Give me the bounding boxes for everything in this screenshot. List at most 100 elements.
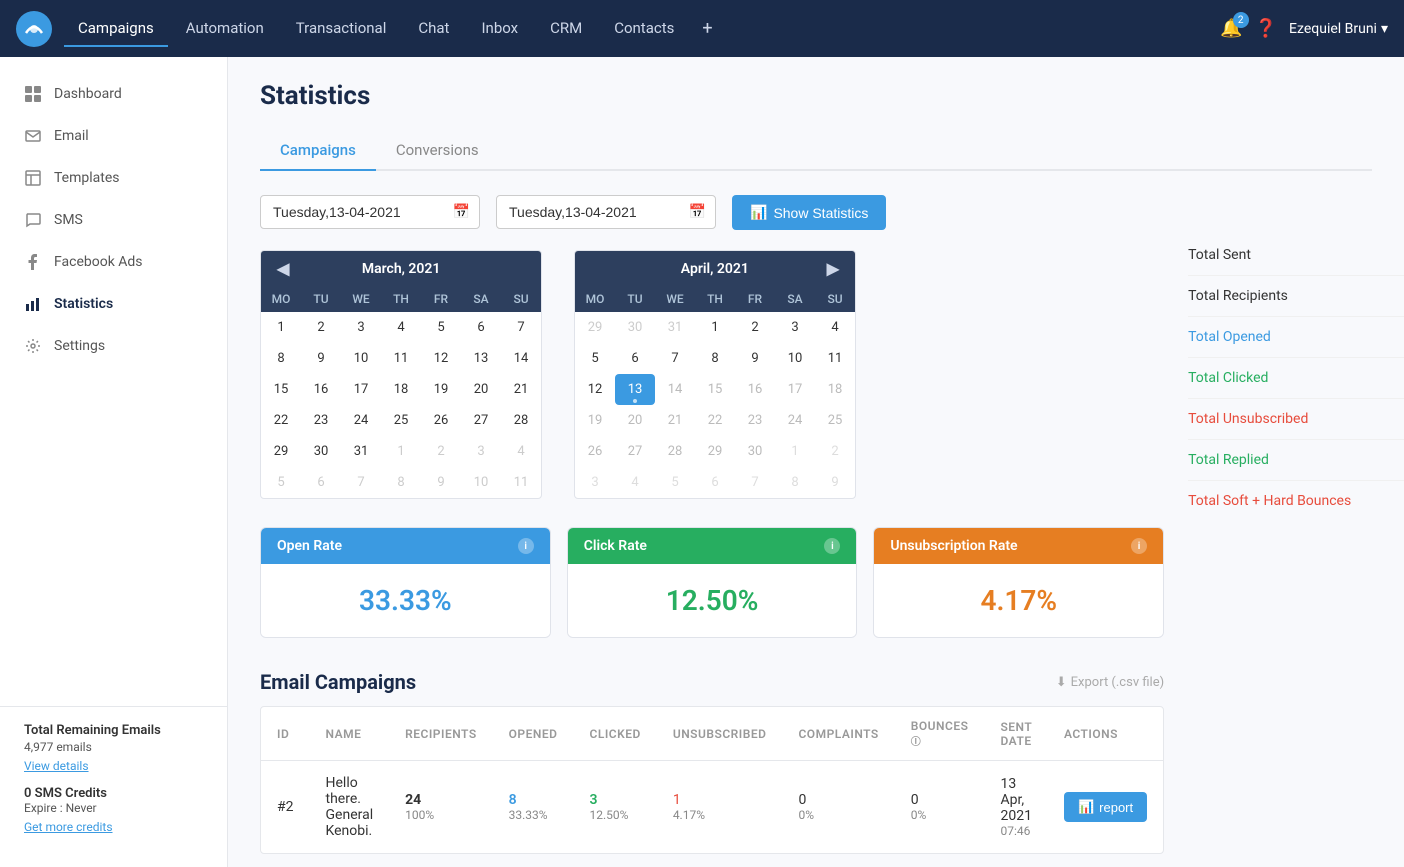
report-button[interactable]: 📊 report [1064,792,1147,822]
cal-day[interactable]: 30 [301,436,341,467]
cal-day[interactable]: 6 [461,312,501,343]
click-rate-info-icon[interactable]: i [824,538,840,554]
cal-day[interactable]: 30 [615,312,655,343]
sidebar-item-templates[interactable]: Templates [0,157,227,199]
start-date-calendar-icon[interactable]: 📅 [453,204,470,220]
cal-day[interactable]: 27 [461,405,501,436]
cal-day[interactable]: 10 [461,467,501,498]
cal-day[interactable]: 19 [421,374,461,405]
cal-day[interactable]: 7 [341,467,381,498]
cal-day[interactable]: 24 [775,405,815,436]
cal-day[interactable]: 31 [341,436,381,467]
cal-day[interactable]: 11 [815,343,855,374]
end-date-input[interactable] [496,195,716,229]
cal-day[interactable]: 17 [775,374,815,405]
cal-day[interactable]: 16 [735,374,775,405]
cal-day[interactable]: 31 [655,312,695,343]
cal-day[interactable]: 5 [261,467,301,498]
cal-day[interactable]: 1 [775,436,815,467]
cal-day[interactable]: 26 [575,436,615,467]
cal-day[interactable]: 3 [341,312,381,343]
cal-day[interactable]: 9 [301,343,341,374]
cal-day[interactable]: 28 [655,436,695,467]
cal-day[interactable]: 16 [301,374,341,405]
topnav-inbox[interactable]: Inbox [467,11,532,47]
cal-day[interactable]: 1 [695,312,735,343]
show-statistics-button[interactable]: 📊 Show Statistics [732,195,886,230]
cal-day[interactable]: 27 [615,436,655,467]
cal-day[interactable]: 18 [381,374,421,405]
topnav-transactional[interactable]: Transactional [282,11,401,47]
tab-campaigns[interactable]: Campaigns [260,131,376,171]
cal-day[interactable]: 28 [501,405,541,436]
sidebar-item-settings[interactable]: Settings [0,325,227,367]
cal-day[interactable]: 23 [301,405,341,436]
topnav-automation[interactable]: Automation [172,11,278,47]
notifications-bell[interactable]: 🔔 2 [1220,18,1242,39]
cal-day[interactable]: 22 [261,405,301,436]
cal-day[interactable]: 22 [695,405,735,436]
sidebar-item-facebook[interactable]: Facebook Ads [0,241,227,283]
cal-day[interactable]: 4 [615,467,655,498]
cal-day[interactable]: 10 [341,343,381,374]
cal-day[interactable]: 17 [341,374,381,405]
cal-day[interactable]: 20 [615,405,655,436]
cal-day[interactable]: 24 [341,405,381,436]
cal-day[interactable]: 19 [575,405,615,436]
cal-day[interactable]: 2 [421,436,461,467]
cal-day[interactable]: 21 [501,374,541,405]
cal-day[interactable]: 3 [575,467,615,498]
cal-day[interactable]: 26 [421,405,461,436]
topnav-add[interactable]: + [692,10,722,47]
topnav-crm[interactable]: CRM [536,11,596,47]
sidebar-item-statistics[interactable]: Statistics [0,283,227,325]
bounces-info-icon[interactable]: ⓘ [911,737,922,748]
cal-day[interactable]: 9 [735,343,775,374]
cal-day[interactable]: 9 [421,467,461,498]
cal-day[interactable]: 5 [575,343,615,374]
cal-day[interactable]: 5 [655,467,695,498]
cal-day[interactable]: 8 [381,467,421,498]
cal-day[interactable]: 1 [381,436,421,467]
cal-day[interactable]: 11 [501,467,541,498]
cal-day[interactable]: 23 [735,405,775,436]
unsub-rate-info-icon[interactable]: i [1131,538,1147,554]
cal-day[interactable]: 30 [735,436,775,467]
cal-day[interactable]: 7 [501,312,541,343]
cal-day[interactable]: 4 [501,436,541,467]
cal-day[interactable]: 5 [421,312,461,343]
cal-day[interactable]: 13 [461,343,501,374]
cal-day[interactable]: 20 [461,374,501,405]
end-date-calendar-icon[interactable]: 📅 [689,204,706,220]
open-rate-info-icon[interactable]: i [518,538,534,554]
cal-day[interactable]: 8 [261,343,301,374]
cal-day[interactable]: 2 [301,312,341,343]
cal-day[interactable]: 29 [695,436,735,467]
cal-day[interactable]: 15 [695,374,735,405]
cal-day[interactable]: 14 [501,343,541,374]
sidebar-item-sms[interactable]: SMS [0,199,227,241]
cal-day[interactable]: 4 [815,312,855,343]
user-menu[interactable]: Ezequiel Bruni ▾ [1289,21,1388,37]
cal-day[interactable]: 15 [261,374,301,405]
cal-day[interactable]: 4 [381,312,421,343]
cal-day[interactable]: 6 [301,467,341,498]
get-credits-link[interactable]: Get more credits [24,820,113,834]
sidebar-item-dashboard[interactable]: Dashboard [0,73,227,115]
start-date-input[interactable] [260,195,480,229]
cal-prev-icon[interactable]: ◀ [273,259,293,278]
topnav-campaigns[interactable]: Campaigns [64,11,168,47]
cal-day[interactable]: 8 [695,343,735,374]
cal-day[interactable]: 2 [815,436,855,467]
sidebar-item-email[interactable]: Email [0,115,227,157]
cal-day[interactable]: 7 [655,343,695,374]
cal-day[interactable]: 25 [381,405,421,436]
cal-day[interactable]: 12 [421,343,461,374]
cal-day[interactable]: 1 [261,312,301,343]
topnav-contacts[interactable]: Contacts [600,11,688,47]
cal-day[interactable]: 12 [575,374,615,405]
cal-day[interactable]: 29 [261,436,301,467]
cal-day[interactable]: 29 [575,312,615,343]
cal-day[interactable]: 3 [775,312,815,343]
cal-day[interactable]: 11 [381,343,421,374]
